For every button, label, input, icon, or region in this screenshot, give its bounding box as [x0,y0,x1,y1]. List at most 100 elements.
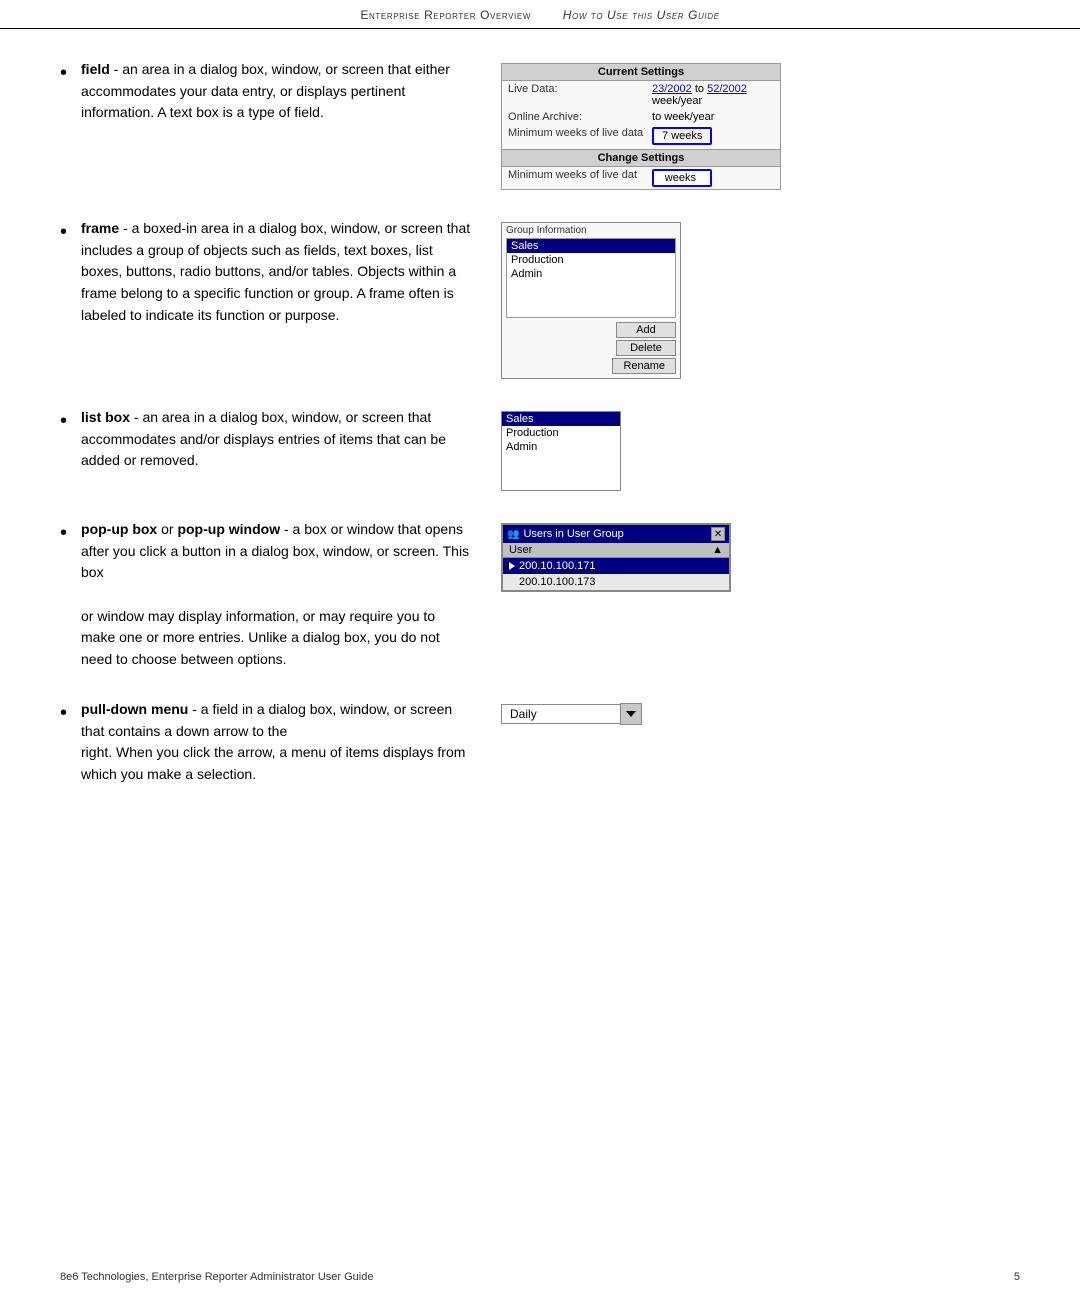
bullet-inner-popup: pop-up box or pop-up window - a box or w… [81,519,1020,671]
bullet-item-frame: • frame - a boxed-in area in a dialog bo… [60,218,1020,379]
term-popup2: pop-up window [177,521,280,537]
def-popup3: or window may display information, or ma… [81,608,440,667]
slb-item-admin[interactable]: Admin [502,440,620,454]
term-frame: frame [81,220,119,236]
cs-change-label: Minimum weeks of live dat [508,169,648,187]
chevron-down-icon [626,711,636,717]
bullet-text-frame: frame - a boxed-in area in a dialog box,… [81,218,471,326]
cs-change-row: Minimum weeks of live dat weeks [502,167,780,189]
popup-widget: 👥 Users in User Group ✕ User ▲ [501,523,731,592]
popup-col-user: User [509,544,532,556]
popup-titlebar: 👥 Users in User Group ✕ [503,525,729,543]
cs-change-value: weeks [652,169,774,187]
popup-close-button[interactable]: ✕ [711,527,725,541]
bullet-inner-listbox: list box - an area in a dialog box, wind… [81,407,1020,491]
header-sep [543,8,551,22]
def-popup-or: or [161,521,177,537]
popup-list: 200.10.100.171 200.10.100.173 [503,558,729,590]
slb-item-production[interactable]: Production [502,426,620,440]
bullet-item-pulldown: • pull-down menu - a field in a dialog b… [60,699,1020,786]
cs-live-data-to: to [695,83,707,95]
term-pulldown: pull-down menu [81,701,188,717]
bullet-text-listbox: list box - an area in a dialog box, wind… [81,407,471,472]
gi-rename-button[interactable]: Rename [612,358,676,374]
bullet-content-field: field - an area in a dialog box, window,… [81,59,1020,190]
cs-change-header: Change Settings [502,149,780,167]
term-listbox: list box [81,409,130,425]
cs-live-data-value: 23/2002 to 52/2002 week/year [652,83,774,107]
popup-scroll-arrow: ▲ [712,544,723,556]
term-field: field [81,61,110,77]
bullet-content-frame: frame - a boxed-in area in a dialog box,… [81,218,1020,379]
pulldown-field[interactable]: Daily [501,704,621,724]
footer-left-text: 8e6 Technologies, Enterprise Reporter Ad… [60,1271,373,1283]
term-popup: pop-up box [81,521,157,537]
bullet-list: • field - an area in a dialog box, windo… [60,59,1020,786]
page-footer: 8e6 Technologies, Enterprise Reporter Ad… [60,1271,1020,1283]
bullet-inner-frame: frame - a boxed-in area in a dialog box,… [81,218,1020,379]
footer-page-number: 5 [1014,1271,1020,1283]
cs-online-archive-row: Online Archive: to week/year [502,109,780,125]
bullet-dot-listbox: • [60,407,67,435]
popup-item-text-1: 200.10.100.171 [519,560,595,572]
popup-title-text: Users in User Group [523,528,623,540]
cs-header: Current Settings [502,64,780,81]
gi-item-production[interactable]: Production [507,253,675,267]
cs-min-weeks-label: Minimum weeks of live data [508,127,648,145]
def-field: - an area in a dialog box, window, or sc… [81,61,450,120]
pulldown-arrow-button[interactable] [620,703,642,725]
main-content: • field - an area in a dialog box, windo… [0,29,1080,874]
bullet-dot-popup: • [60,519,67,547]
bullet-item-field: • field - an area in a dialog box, windo… [60,59,1020,190]
popup-icon: 👥 [507,529,519,540]
bullet-dot-field: • [60,59,67,87]
gi-listbox[interactable]: Sales Production Admin [506,238,676,318]
cs-live-data-val2: 52/2002 [707,83,747,95]
header-main-title: Enterprise Reporter Overview [360,8,531,22]
cs-live-data-val1: 23/2002 [652,83,692,95]
page-header: Enterprise Reporter Overview How to Use … [0,0,1080,29]
cs-weeks-label: weeks [665,172,696,184]
gi-item-admin[interactable]: Admin [507,267,675,281]
gi-add-button[interactable]: Add [616,322,676,338]
bullet-inner-pulldown: pull-down menu - a field in a dialog box… [81,699,1020,786]
def-frame: - a boxed-in area in a dialog box, windo… [81,220,470,323]
cs-live-data-label: Live Data: [508,83,648,107]
def-pulldown2: right. When you click the arrow, a menu … [81,744,465,782]
popup-item-1[interactable]: 200.10.100.171 [503,558,729,574]
popup-col-header: User ▲ [503,543,729,558]
pulldown-value: Daily [510,707,537,721]
field-widget: Current Settings Live Data: 23/2002 to 5… [501,63,781,190]
header-subtitle: How to Use this User Guide [563,8,720,22]
gi-title: Group Information [502,223,680,236]
popup-item-2[interactable]: 200.10.100.173 [503,574,729,590]
frame-widget: Group Information Sales Production Admin… [501,222,681,379]
bullet-content-popup: pop-up box or pop-up window - a box or w… [81,519,1020,671]
bullet-text-popup: pop-up box or pop-up window - a box or w… [81,519,471,671]
bullet-dot-pulldown: • [60,699,67,727]
bullet-text-pulldown: pull-down menu - a field in a dialog box… [81,699,471,786]
bullet-content-listbox: list box - an area in a dialog box, wind… [81,407,1020,491]
popup-title: 👥 Users in User Group [507,528,624,540]
cs-online-archive-value: to week/year [652,111,774,123]
page: Enterprise Reporter Overview How to Use … [0,0,1080,1311]
popup-item-text-2: 200.10.100.173 [519,576,595,588]
cs-live-data-row: Live Data: 23/2002 to 52/2002 week/year [502,81,780,109]
bullet-dot-frame: • [60,218,67,246]
cs-min-weeks-value: 7 weeks [652,127,774,145]
def-listbox: - an area in a dialog box, window, or sc… [81,409,446,468]
bullet-inner-field: field - an area in a dialog box, window,… [81,59,1020,190]
listbox-widget[interactable]: Sales Production Admin [501,411,621,491]
cs-min-weeks-row: Minimum weeks of live data 7 weeks [502,125,780,147]
header-title: Enterprise Reporter Overview How to Use … [360,8,719,22]
gi-delete-button[interactable]: Delete [616,340,676,356]
gi-item-sales[interactable]: Sales [507,239,675,253]
slb-item-sales[interactable]: Sales [502,412,620,426]
cs-min-weeks-highlighted: 7 weeks [652,127,712,145]
pulldown-widget: Daily [501,703,642,725]
cs-change-input[interactable]: weeks [652,169,712,187]
cs-live-data-suffix: week/year [652,95,702,107]
bullet-item-listbox: • list box - an area in a dialog box, wi… [60,407,1020,491]
popup-row-arrow-1 [509,562,515,570]
bullet-item-popup: • pop-up box or pop-up window - a box or… [60,519,1020,671]
